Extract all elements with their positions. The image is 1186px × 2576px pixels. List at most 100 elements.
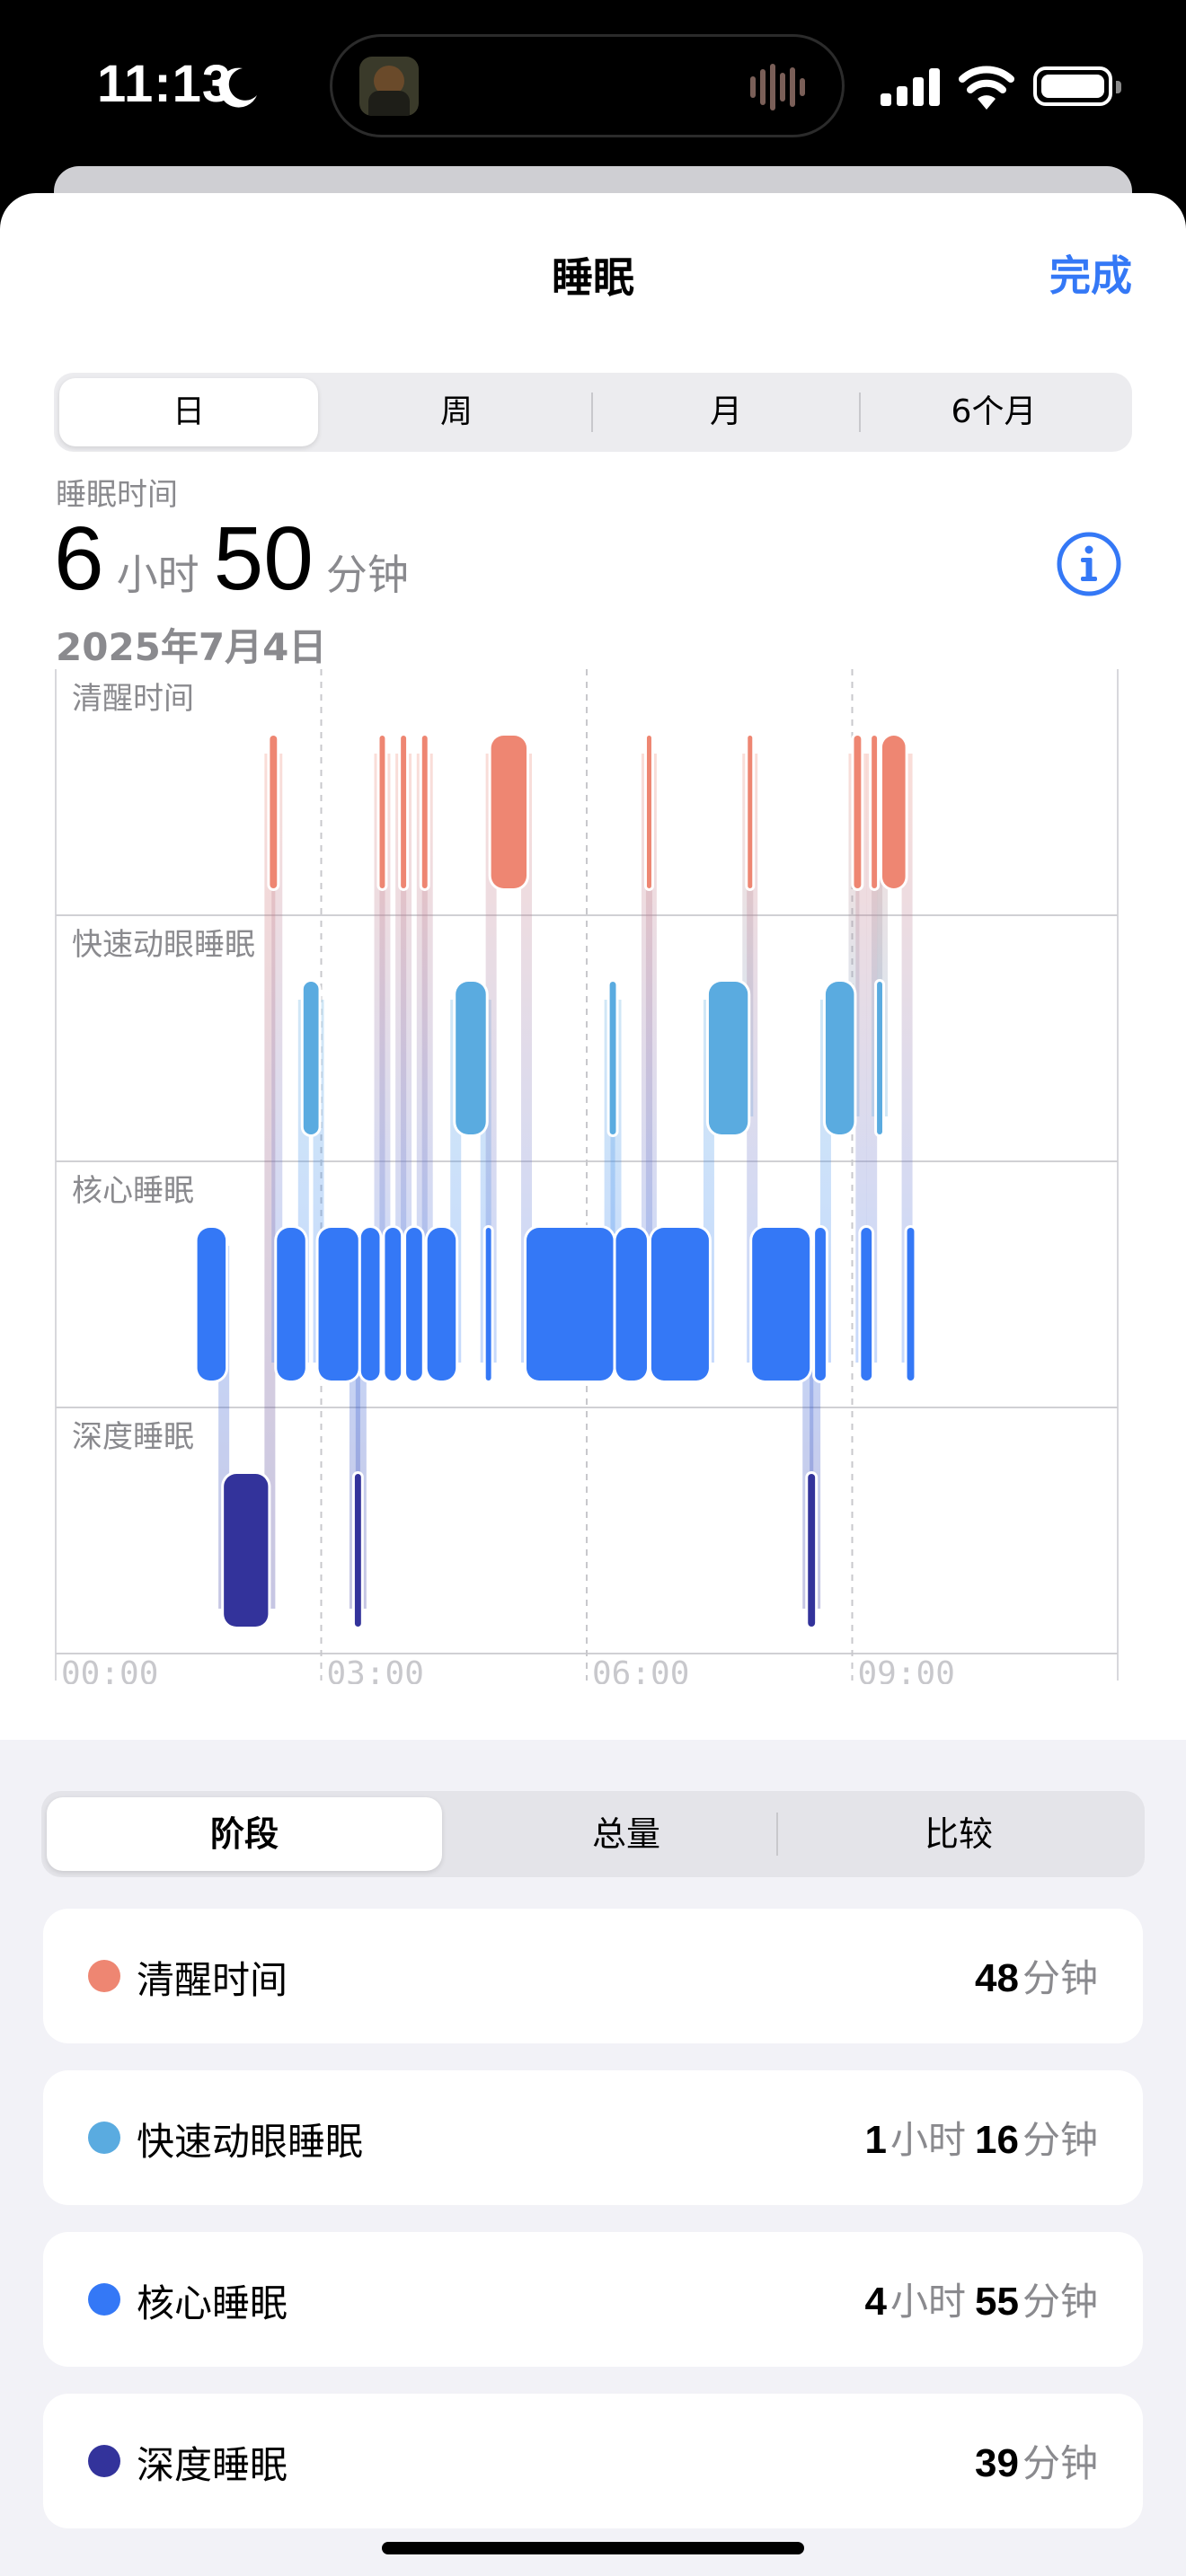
sleep-segment — [881, 736, 906, 888]
tab-month[interactable]: 月 — [593, 378, 859, 446]
duration-unit: 小时 — [890, 2280, 967, 2324]
sleep-segment — [708, 982, 748, 1134]
stage-duration: 39分钟 — [975, 2433, 1098, 2488]
sleep-segment — [748, 736, 753, 888]
sleep-segment — [379, 736, 385, 888]
sleep-segment — [385, 1228, 402, 1381]
stage-color-dot — [88, 2445, 120, 2477]
duration-unit: 分钟 — [1022, 2280, 1098, 2324]
stage-duration: 48分钟 — [975, 1948, 1098, 2003]
stage-name: 快速动眼睡眠 — [137, 2120, 364, 2164]
battery-icon — [1033, 66, 1121, 106]
duration-unit: 小时 — [890, 2118, 967, 2162]
view-segmented-control: 阶段 总量 比较 — [41, 1791, 1145, 1877]
status-bar: 11:13 — [0, 0, 1186, 171]
sleep-duration: 6 小时 50 分钟 — [54, 507, 423, 611]
dynamic-island[interactable] — [330, 34, 845, 137]
sleep-segment — [825, 982, 854, 1134]
stage-label: 深度睡眠 — [72, 1419, 194, 1455]
sleep-segment — [861, 1228, 872, 1381]
tab-week[interactable]: 周 — [323, 378, 589, 446]
duration-unit: 分钟 — [1022, 2441, 1098, 2485]
tab-day[interactable]: 日 — [59, 378, 318, 446]
stage-name: 清醒时间 — [137, 1958, 288, 2002]
range-segmented-control: 日 周 月 6个月 — [54, 373, 1132, 452]
sleep-segment — [907, 1228, 915, 1381]
sleep-segment — [270, 736, 278, 888]
core-row[interactable]: 核心睡眠 4小时 55分钟 — [43, 2232, 1143, 2367]
moon-icon — [218, 67, 257, 108]
tab-stages[interactable]: 阶段 — [47, 1797, 442, 1871]
tab-6-months[interactable]: 6个月 — [861, 378, 1127, 446]
stage-duration: 1小时 16分钟 — [865, 2110, 1098, 2165]
now-playing-artwork — [359, 57, 419, 116]
sleep-segment — [456, 982, 486, 1134]
stage-name: 深度睡眠 — [137, 2443, 288, 2487]
sleep-segment — [491, 736, 527, 888]
done-button[interactable]: 完成 — [1049, 243, 1132, 303]
cellular-signal-icon — [881, 68, 940, 106]
audio-waveform-icon — [750, 64, 805, 110]
summary-panel: 阶段 总量 比较 清醒时间 48分钟 快速动眼睡眠 1小时 16分钟 核心睡眠 4小时 55分… — [0, 1740, 1186, 2576]
sleep-sheet: 睡眠 完成 日 周 月 6个月 睡眠时间 6 小时 50 分钟 2025年7月4日 清… — [0, 193, 1186, 2576]
x-axis-label: 06:00 — [592, 1655, 689, 1684]
stage-color-dot — [88, 1960, 120, 1992]
sleep-segment — [224, 1474, 269, 1627]
hours-value: 6 — [54, 508, 104, 609]
duration-number: 1 — [864, 2118, 888, 2162]
x-axis-label: 00:00 — [61, 1655, 158, 1684]
duration-number: 16 — [975, 2118, 1019, 2162]
minutes-value: 50 — [213, 508, 314, 609]
stage-label: 清醒时间 — [72, 681, 194, 717]
sleep-segment — [854, 736, 862, 888]
home-indicator[interactable] — [382, 2542, 804, 2554]
sleep-segment — [808, 1474, 816, 1627]
tab-comparisons[interactable]: 比较 — [778, 1797, 1139, 1871]
sleep-segment — [197, 1228, 226, 1381]
sleep-segment — [609, 982, 616, 1134]
duration-unit: 分钟 — [1022, 1956, 1098, 2000]
awake-row[interactable]: 清醒时间 48分钟 — [43, 1909, 1143, 2043]
stage-name: 核心睡眠 — [137, 2281, 288, 2325]
page-title: 睡眠 — [552, 253, 634, 302]
sleep-segment — [277, 1228, 305, 1381]
wifi-icon — [959, 66, 1014, 110]
sleep-segment — [360, 1228, 380, 1381]
stage-color-dot — [88, 2283, 120, 2316]
sleep-segment — [318, 1228, 358, 1381]
sleep-segment — [421, 736, 428, 888]
stage-color-dot — [88, 2122, 120, 2154]
duration-number: 55 — [975, 2280, 1019, 2324]
sleep-segment — [646, 736, 651, 888]
sleep-segment — [485, 1228, 491, 1381]
sleep-segment — [615, 1228, 647, 1381]
sleep-segment — [877, 982, 882, 1134]
stage-label: 核心睡眠 — [72, 1173, 194, 1209]
sleep-segment — [401, 736, 407, 888]
x-axis-label: 03:00 — [327, 1655, 424, 1684]
sleep-segment — [303, 982, 319, 1134]
rem-row[interactable]: 快速动眼睡眠 1小时 16分钟 — [43, 2070, 1143, 2205]
tab-amounts[interactable]: 总量 — [442, 1797, 810, 1871]
sleep-segment — [752, 1228, 810, 1381]
duration-number: 48 — [975, 1956, 1019, 2000]
stage-label: 快速动眼睡眠 — [72, 927, 255, 963]
sleep-segment — [527, 1228, 614, 1381]
sleep-segment — [427, 1228, 456, 1381]
sleep-segment — [872, 736, 878, 888]
duration-number: 4 — [864, 2280, 888, 2324]
metric-date: 2025年7月4日 — [56, 625, 327, 669]
deep-row[interactable]: 深度睡眠 39分钟 — [43, 2394, 1143, 2528]
duration-unit: 分钟 — [1022, 2118, 1098, 2162]
hours-unit: 小时 — [116, 551, 199, 599]
sleep-stages-chart[interactable]: 清醒时间快速动眼睡眠核心睡眠深度睡眠 00:00 03:00 06:00 09:00 — [0, 669, 1186, 1684]
sleep-segment — [406, 1228, 422, 1381]
sleep-segment — [651, 1228, 709, 1381]
stage-duration: 4小时 55分钟 — [865, 2272, 1098, 2326]
sleep-segment — [354, 1474, 361, 1627]
info-icon[interactable] — [1056, 531, 1122, 597]
sleep-segment — [815, 1228, 826, 1381]
minutes-unit: 分钟 — [325, 551, 409, 599]
x-axis-label: 09:00 — [858, 1655, 955, 1684]
duration-number: 39 — [975, 2441, 1019, 2485]
